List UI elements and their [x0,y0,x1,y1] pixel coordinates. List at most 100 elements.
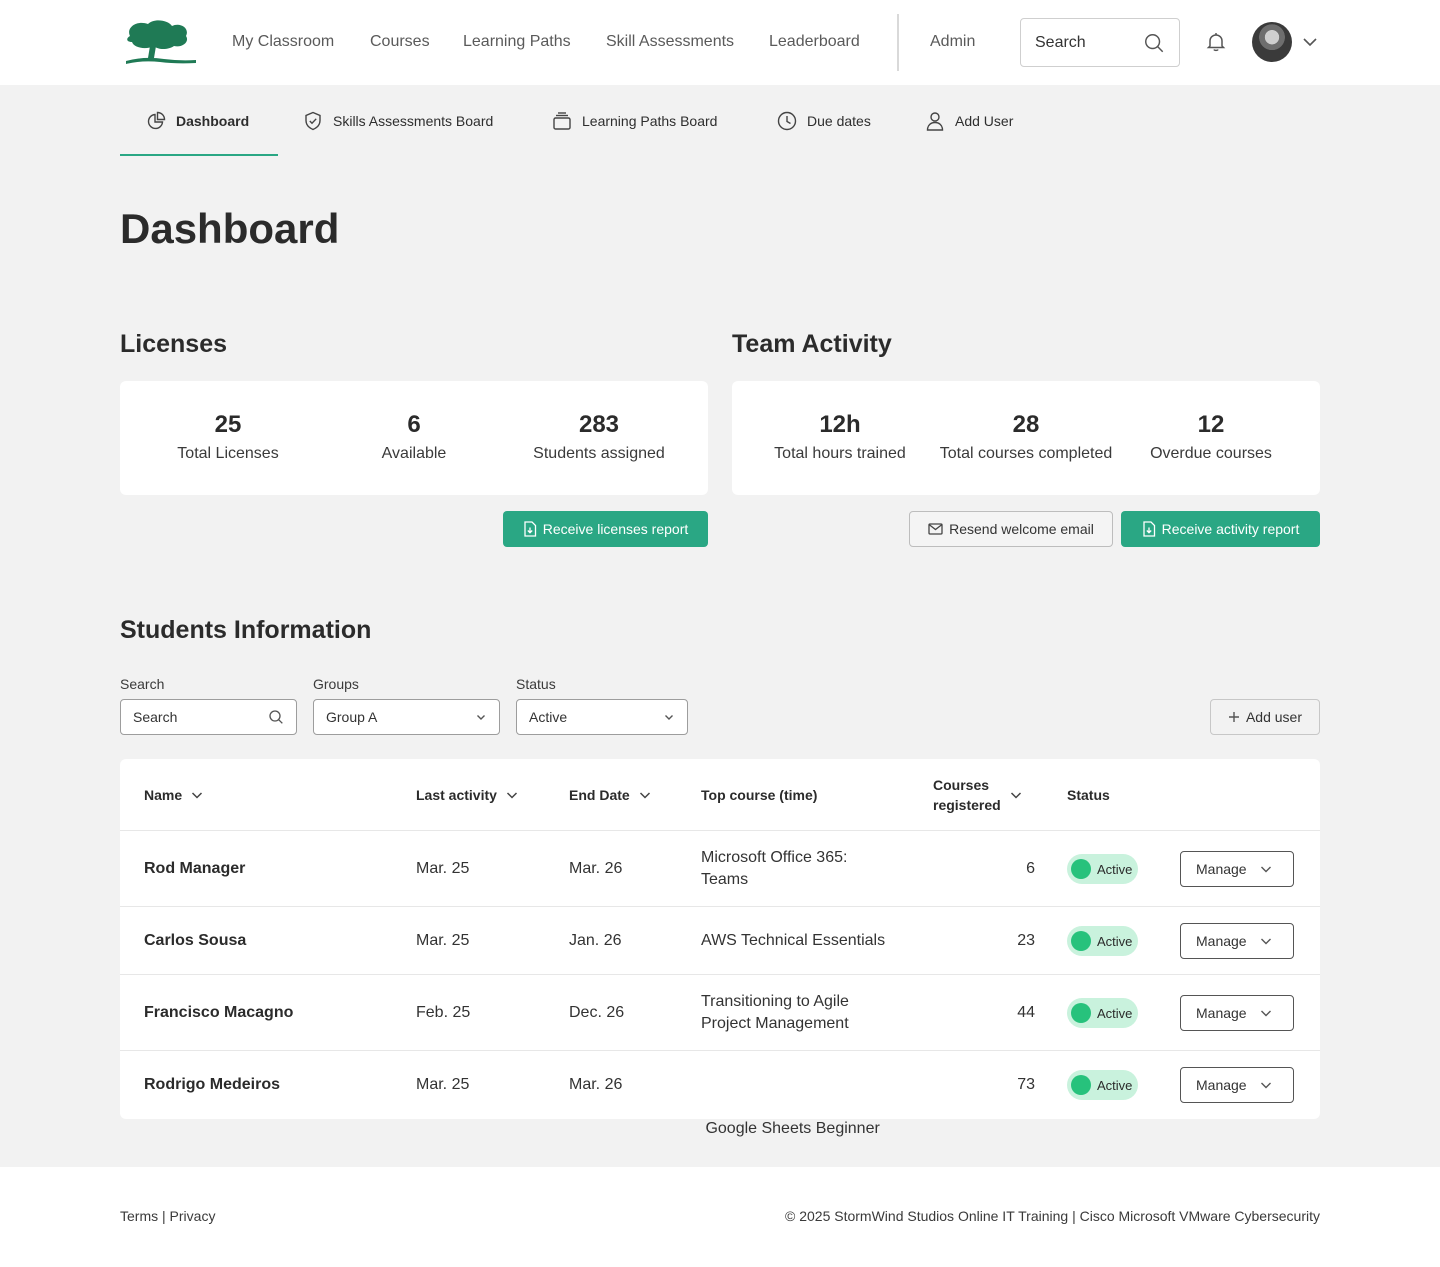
receive-activity-report-label: Receive activity report [1161,521,1300,537]
stormwind-logo[interactable] [124,18,198,66]
chevron-down-icon [1260,1082,1271,1089]
clock-icon [777,111,797,131]
tab-dashboard[interactable]: Dashboard [146,110,249,132]
last-activity: Mar. 25 [416,860,470,877]
row-divider [120,974,1320,975]
top-search-placeholder: Search [1035,33,1086,51]
student-search-placeholder: Search [133,709,178,725]
tab-add-user[interactable]: Add User [925,110,1013,132]
row-divider [120,1050,1320,1051]
end-date: Dec. 26 [569,1004,625,1021]
receive-activity-report-button[interactable]: Receive activity report [1121,511,1320,547]
search-icon [1145,33,1164,52]
stat-total-licenses: 25 Total Licenses [135,409,321,463]
column-header-label: Last activity [416,787,497,803]
manage-button[interactable]: Manage [1180,1067,1294,1103]
student-search-input[interactable]: Search [120,699,297,735]
stat-label: Total courses completed [939,445,1113,462]
manage-button[interactable]: Manage [1180,995,1294,1031]
groups-filter-label: Groups [313,676,359,692]
manage-label: Manage [1196,1077,1247,1093]
stat-value: 28 [1012,411,1040,438]
row-divider [120,906,1320,907]
tab-skills-assessments-board[interactable]: Skills Assessments Board [303,110,493,132]
status-dot [1071,1075,1091,1095]
column-header-courses-registered[interactable]: Courses registered [933,775,1023,815]
stat-students-assigned: 283 Students assigned [506,409,692,463]
status-badge-label: Active [1097,1005,1133,1021]
chevron-down-icon [1260,866,1271,873]
column-header-label: Top course (time) [701,787,818,803]
nav-learning-paths[interactable]: Learning Paths [463,31,571,53]
stat-value: 283 [578,411,620,438]
search-icon [269,710,283,724]
nav-admin[interactable]: Admin [930,31,975,53]
tab-due-dates[interactable]: Due dates [777,110,871,132]
chevron-down-icon [192,792,203,799]
status-badge: Active [1067,926,1138,956]
column-header-line-1: Courses [933,777,990,793]
team-activity-title: Team Activity [732,330,892,358]
nav-my-classroom[interactable]: My Classroom [232,31,334,53]
student-name: Rodrigo Medeiros [144,1076,281,1093]
tab-dashboard-label: Dashboard [176,113,250,129]
chevron-down-icon [506,792,517,799]
stat-label: Overdue courses [1150,445,1272,462]
tab-due-dates-label: Due dates [807,113,871,129]
chevron-down-icon [1010,792,1021,799]
column-header-status: Status [1067,785,1110,805]
manage-button[interactable]: Manage [1180,851,1294,887]
document-download-icon [524,521,536,537]
nav-skill-assessments[interactable]: Skill Assessments [606,31,734,53]
privacy-link[interactable]: Privacy [170,1208,216,1224]
chevron-down-icon [1260,938,1271,945]
groups-select[interactable]: Group A [313,699,500,735]
status-dot [1071,1003,1091,1023]
receive-licenses-report-label: Receive licenses report [542,521,689,537]
column-header-name[interactable]: Name [144,785,204,805]
stat-value: 12 [1197,411,1225,438]
status-select[interactable]: Active [516,699,688,735]
student-name: Rod Manager [144,860,246,877]
nav-divider [897,14,899,71]
resend-welcome-email-button[interactable]: Resend welcome email [909,511,1113,547]
nav-leaderboard[interactable]: Leaderboard [769,31,860,53]
manage-button[interactable]: Manage [1180,923,1294,959]
tab-learning-paths-board[interactable]: Learning Paths Board [552,110,717,132]
terms-link[interactable]: Terms [120,1208,158,1224]
stat-total-hours: 12h Total hours trained [747,409,933,463]
stat-label: Total Licenses [177,445,279,462]
bell-icon[interactable] [1204,30,1228,54]
tab-add-user-label: Add User [955,113,1014,129]
envelope-icon [928,523,943,535]
page-title: Dashboard [120,205,340,252]
end-date: Mar. 26 [569,1076,623,1093]
nav-courses[interactable]: Courses [370,31,430,53]
chevron-down-icon [665,715,673,720]
status-dot [1071,859,1091,879]
status-dot [1071,931,1091,951]
avatar[interactable] [1252,22,1292,62]
stat-value: 25 [214,411,242,438]
top-search-input[interactable]: Search [1020,18,1180,67]
courses-registered: 23 [1017,932,1035,949]
status-badge: Active [1067,854,1138,884]
licenses-card: 25 Total Licenses 6 Available 283 Studen… [120,381,708,495]
tab-skills-label: Skills Assessments Board [333,113,494,129]
status-badge-label: Active [1097,933,1133,949]
column-header-last-activity[interactable]: Last activity [416,785,519,805]
receive-licenses-report-button[interactable]: Receive licenses report [503,511,708,547]
stat-overdue-courses: 12 Overdue courses [1118,409,1304,463]
chevron-down-icon[interactable] [1300,32,1320,52]
top-course: Microsoft Office 365: Teams [701,847,847,891]
top-course-line-1: Microsoft Office 365: [701,849,848,866]
status-badge: Active [1067,998,1138,1028]
status-filter-label: Status [516,676,556,692]
column-header-end-date[interactable]: End Date [569,785,652,805]
team-activity-card: 12h Total hours trained 28 Total courses… [732,381,1320,495]
status-badge-label: Active [1097,861,1133,877]
document-download-icon [1142,521,1155,537]
add-user-button[interactable]: Add user [1210,699,1320,735]
groups-select-value: Group A [326,709,378,725]
plus-icon [1228,712,1239,722]
